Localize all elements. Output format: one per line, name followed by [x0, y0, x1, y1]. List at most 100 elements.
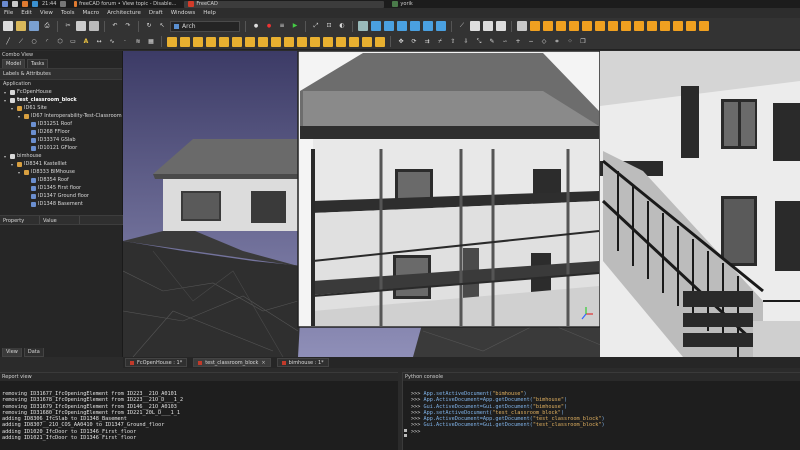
- dimension-tool-icon[interactable]: ↔: [94, 37, 104, 47]
- workbench-selector[interactable]: Arch: [170, 20, 240, 32]
- undo-icon[interactable]: ↶: [110, 21, 120, 31]
- bottom-view-icon[interactable]: [423, 21, 433, 31]
- paste-icon[interactable]: [89, 21, 99, 31]
- tab-view[interactable]: View: [2, 348, 22, 357]
- rectangle-tool-icon[interactable]: ▭: [68, 37, 78, 47]
- tree-item[interactable]: ID1347 Ground floor: [0, 192, 122, 200]
- create-link-icon[interactable]: [496, 21, 506, 31]
- line-tool-icon[interactable]: ╱: [3, 37, 13, 47]
- structure-tool-icon[interactable]: [180, 36, 190, 47]
- draw-style-icon[interactable]: ◐: [337, 21, 347, 31]
- task-freecad[interactable]: FreeCAD: [184, 0, 385, 8]
- menu-windows[interactable]: Windows: [171, 10, 196, 16]
- tree-item[interactable]: ID33374 GSlab: [0, 136, 122, 144]
- point-tool-icon[interactable]: ·: [120, 37, 130, 47]
- building-tool-icon[interactable]: [219, 36, 229, 47]
- tab-data[interactable]: Data: [23, 348, 44, 357]
- menu-edit[interactable]: Edit: [21, 10, 32, 16]
- new-document-icon[interactable]: [3, 21, 13, 31]
- save-icon[interactable]: [29, 21, 39, 31]
- snap-midpoint-icon[interactable]: [543, 21, 553, 31]
- material-tool-icon[interactable]: [362, 36, 372, 47]
- stairs-tool-icon[interactable]: [310, 36, 320, 47]
- menu-macro[interactable]: Macro: [83, 10, 100, 16]
- downgrade-tool-icon[interactable]: ⇩: [461, 37, 471, 47]
- snap-grid-icon[interactable]: [673, 21, 683, 31]
- frame-tool-icon[interactable]: [349, 36, 359, 47]
- add-point-icon[interactable]: +: [513, 37, 523, 47]
- wall-tool-icon[interactable]: [167, 36, 177, 47]
- schedule-tool-icon[interactable]: [375, 36, 385, 47]
- expand-arrow-icon[interactable]: ▾: [4, 90, 8, 95]
- doc-tab-test-classroom[interactable]: test_classroom_block ×: [193, 358, 271, 367]
- stop-macro-icon[interactable]: ●: [264, 21, 274, 31]
- menu-file[interactable]: File: [4, 10, 13, 16]
- tree-item[interactable]: ▾ ID67 Interoperability-Test-Classroom: [0, 112, 122, 120]
- front-view-icon[interactable]: [371, 21, 381, 31]
- snap-perpendicular-icon[interactable]: [556, 21, 566, 31]
- doc-tab-fcopenhouse[interactable]: FcOpenHouse : 1*: [125, 358, 188, 367]
- whats-this-icon[interactable]: ↖: [157, 21, 167, 31]
- apps-menu-icon[interactable]: [2, 1, 8, 7]
- snap-endpoint-icon[interactable]: [530, 21, 540, 31]
- site-tool-icon[interactable]: [232, 36, 242, 47]
- upgrade-tool-icon[interactable]: ⇧: [448, 37, 458, 47]
- snap-special-icon[interactable]: [621, 21, 631, 31]
- tree-item[interactable]: ID268 FFloor: [0, 128, 122, 136]
- tree-item[interactable]: ID31251 Roof: [0, 120, 122, 128]
- edit-tool-icon[interactable]: ✎: [487, 37, 497, 47]
- copy-icon[interactable]: [76, 21, 86, 31]
- tab-tasks[interactable]: Tasks: [27, 59, 49, 68]
- right-view-icon[interactable]: [397, 21, 407, 31]
- tree-item[interactable]: ▾ ID8333 BIMhouse: [0, 168, 122, 176]
- tree-item[interactable]: ID1345 First floor: [0, 184, 122, 192]
- menu-help[interactable]: Help: [203, 10, 216, 16]
- record-macro-icon[interactable]: ●: [251, 21, 261, 31]
- tree-item[interactable]: ▾ bimhouse: [0, 152, 122, 160]
- bspline-tool-icon[interactable]: ∿: [107, 37, 117, 47]
- report-view-output[interactable]: removing ID31677_IfcOpeningElement from …: [0, 381, 398, 441]
- polygon-tool-icon[interactable]: ⬡: [55, 37, 65, 47]
- expand-arrow-icon[interactable]: ▾: [11, 162, 15, 167]
- open-folder-icon[interactable]: [16, 21, 26, 31]
- floor-tool-icon[interactable]: [206, 36, 216, 47]
- measure-distance-icon[interactable]: ⟋: [457, 21, 467, 31]
- text-tool-icon[interactable]: A: [81, 37, 91, 47]
- window-tool-icon[interactable]: [245, 36, 255, 47]
- python-console-input[interactable]: >>> App.setActiveDocument("bimhouse") >>>…: [403, 381, 800, 435]
- arc-tool-icon[interactable]: ◜: [42, 37, 52, 47]
- draft2sketch-icon[interactable]: ⌗: [552, 37, 562, 47]
- snap-ortho-icon[interactable]: [647, 21, 657, 31]
- section-plane-tool-icon[interactable]: [258, 36, 268, 47]
- browser-icon[interactable]: [22, 1, 28, 7]
- del-point-icon[interactable]: −: [526, 37, 536, 47]
- tree-item[interactable]: ID10121 GFloor: [0, 144, 122, 152]
- property-column-header[interactable]: Property: [0, 216, 40, 224]
- scale-tool-icon[interactable]: ⤡: [474, 37, 484, 47]
- shapestring-tool-icon[interactable]: ≋: [133, 37, 143, 47]
- rebar-tool-icon[interactable]: [193, 36, 203, 47]
- array-tool-icon[interactable]: ⁘: [565, 37, 575, 47]
- roof-tool-icon[interactable]: [284, 36, 294, 47]
- panel-tool-icon[interactable]: [323, 36, 333, 47]
- 3d-viewport[interactable]: [123, 51, 800, 357]
- network-icon[interactable]: [60, 1, 67, 7]
- axes-tool-icon[interactable]: [271, 36, 281, 47]
- snap-near-icon[interactable]: [634, 21, 644, 31]
- fit-selection-icon[interactable]: ⊡: [324, 21, 334, 31]
- redo-icon[interactable]: ↷: [123, 21, 133, 31]
- menu-view[interactable]: View: [40, 10, 53, 16]
- value-column-header[interactable]: Value: [40, 216, 80, 224]
- close-icon[interactable]: ×: [261, 360, 265, 366]
- terminal-icon[interactable]: [12, 1, 18, 7]
- left-view-icon[interactable]: [436, 21, 446, 31]
- tree-item[interactable]: ID1348 Basement: [0, 200, 122, 208]
- tree-item[interactable]: ▾ test_classroom_block: [0, 96, 122, 104]
- files-icon[interactable]: [32, 1, 38, 7]
- task-yorik[interactable]: yorik: [388, 1, 588, 8]
- tree-item[interactable]: ▾ FcOpenHouse: [0, 88, 122, 96]
- shape2d-view-icon[interactable]: ◇: [539, 37, 549, 47]
- isometric-view-icon[interactable]: [358, 21, 368, 31]
- cut-icon[interactable]: ✂: [63, 21, 73, 31]
- expand-arrow-icon[interactable]: ▾: [4, 154, 8, 159]
